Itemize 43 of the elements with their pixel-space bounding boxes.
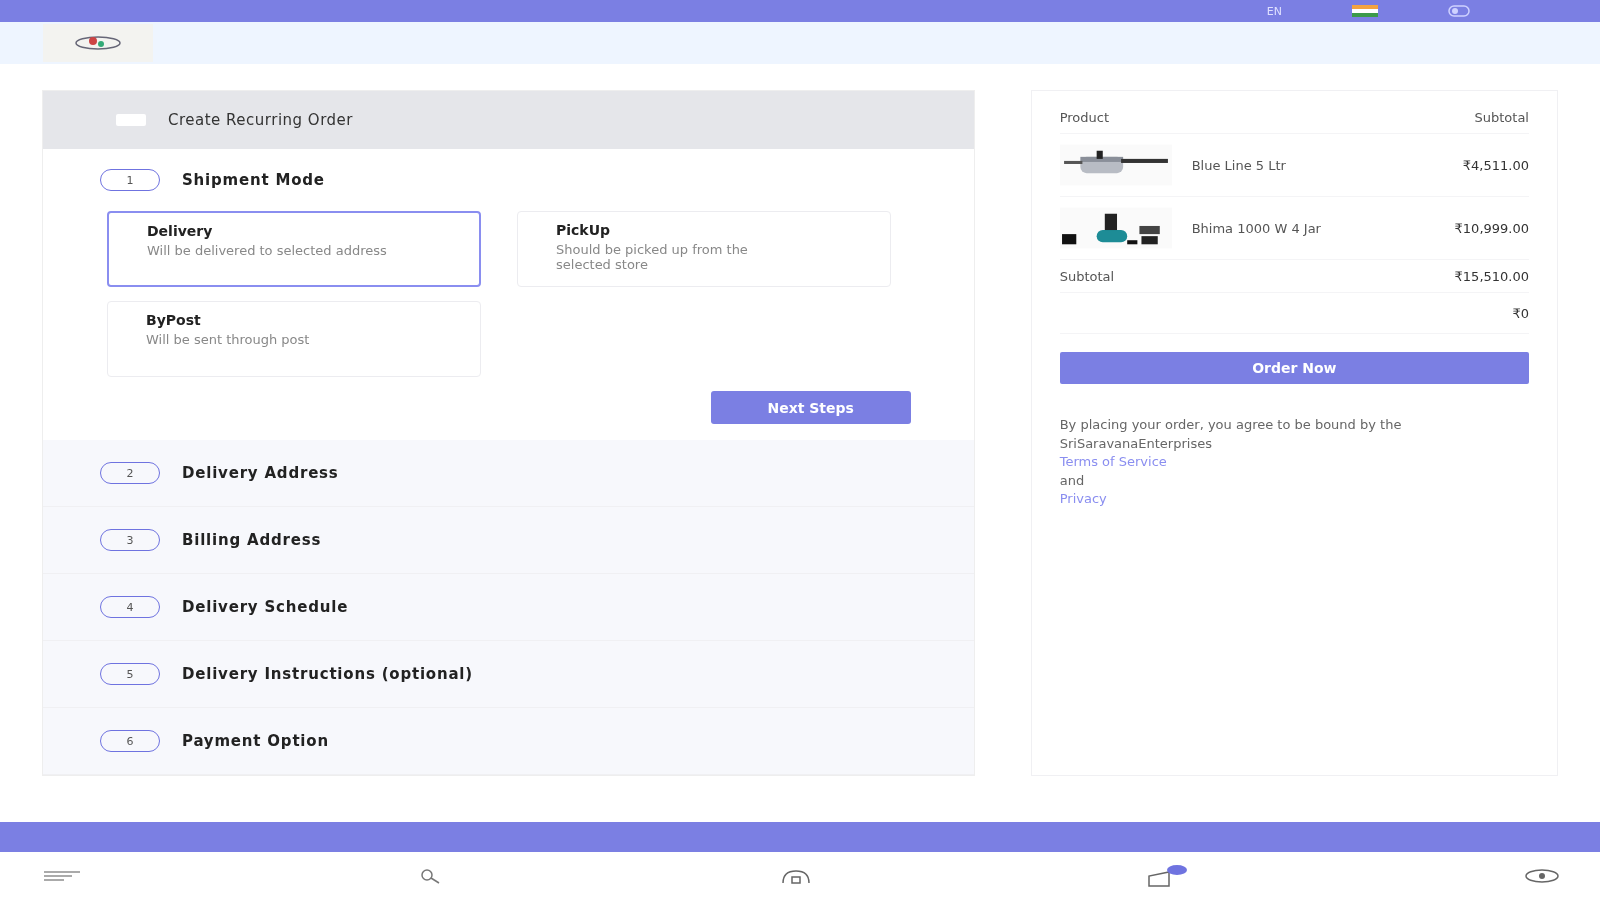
- recurring-order-label: Create Recurring Order: [168, 111, 353, 129]
- product-name: Bhima 1000 W 4 Jar: [1191, 221, 1322, 235]
- cart-icon[interactable]: [1147, 864, 1189, 888]
- checkbox[interactable]: [116, 114, 146, 126]
- option-title: Delivery: [147, 223, 214, 239]
- and-text: and: [1059, 471, 1085, 490]
- shipment-option[interactable]: Delivery Will be delivered to selected address: [107, 211, 481, 287]
- option-title: ByPost: [146, 312, 202, 328]
- toggle-icon[interactable]: [1448, 5, 1470, 17]
- product-name: Blue Line 5 Ltr: [1191, 158, 1287, 172]
- step-title: Payment Option: [182, 732, 329, 750]
- step-header[interactable]: 1 Shipment Mode: [43, 149, 974, 211]
- menu-icon[interactable]: [44, 870, 80, 882]
- logo-icon[interactable]: [43, 24, 153, 62]
- option-description: Will be delivered to selected address: [147, 243, 387, 258]
- profile-icon[interactable]: [1524, 868, 1560, 884]
- step-title: Delivery Instructions (optional): [182, 665, 473, 683]
- step-header[interactable]: 6 Payment Option: [43, 708, 974, 775]
- shipment-option[interactable]: ByPost Will be sent through post: [107, 301, 481, 377]
- option-description: Should be picked up from the selected store: [556, 242, 749, 272]
- step-header[interactable]: 5 Delivery Instructions (optional): [43, 641, 974, 708]
- step-title: Billing Address: [182, 531, 322, 549]
- terms-text: By placing your order, you agree to be bound by the SriSaravanaEnterprises: [1059, 416, 1403, 453]
- flag-icon[interactable]: [1352, 5, 1378, 17]
- column-header: Product: [1059, 109, 1110, 125]
- option-title: PickUp: [556, 222, 612, 238]
- subtotal-value: ₹15,510.00: [1454, 268, 1529, 284]
- order-now-button[interactable]: Order Now: [1059, 352, 1529, 384]
- step-title: Delivery Schedule: [182, 598, 349, 616]
- shipment-option[interactable]: PickUp Should be picked up from the selected store: [517, 211, 891, 287]
- next-steps-button[interactable]: Next Steps: [710, 391, 911, 424]
- step-header[interactable]: 2 Delivery Address: [43, 440, 974, 507]
- step-title: Shipment Mode: [182, 171, 325, 189]
- product-price: ₹4,511.00: [1462, 157, 1529, 173]
- home-icon[interactable]: [780, 868, 812, 884]
- extra-charge-value: ₹0: [1512, 305, 1529, 321]
- column-header: Subtotal: [1474, 109, 1529, 125]
- step-header[interactable]: 4 Delivery Schedule: [43, 574, 974, 641]
- step-title: Delivery Address: [182, 464, 339, 482]
- subtotal-label: Subtotal: [1059, 268, 1115, 284]
- step-header[interactable]: 3 Billing Address: [43, 507, 974, 574]
- option-description: Will be sent through post: [146, 332, 311, 347]
- product-price: ₹10,999.00: [1454, 220, 1529, 236]
